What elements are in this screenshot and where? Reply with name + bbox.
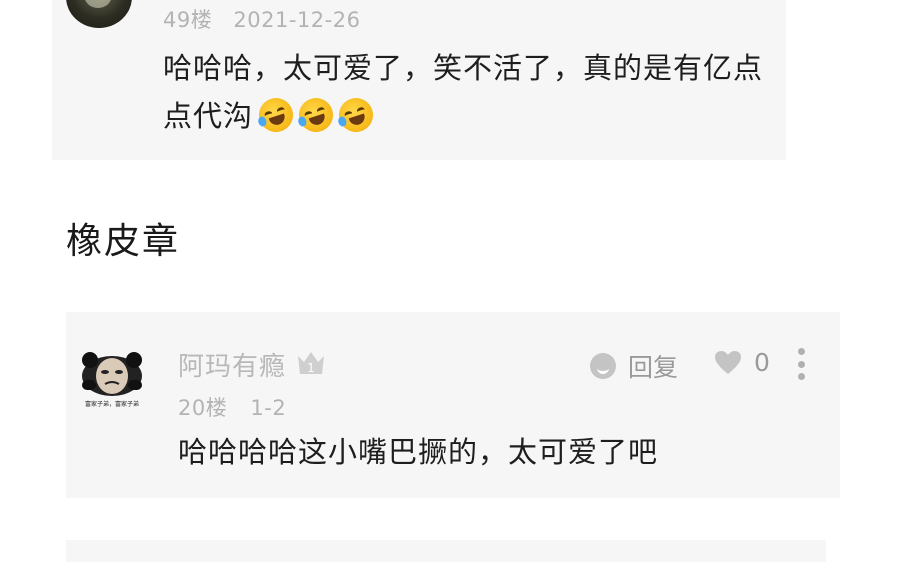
reply-label: 回复 — [628, 353, 679, 382]
floor-number: 49楼 — [163, 8, 213, 32]
rolling-on-floor-laughing-icon — [254, 93, 298, 137]
comment-card — [66, 540, 826, 562]
comment-meta: 20楼 1-2 — [178, 392, 286, 422]
floor-number: 20楼 — [178, 396, 228, 420]
comment-text-line: 点代沟 — [163, 92, 763, 140]
comment-text-line: 哈哈哈，太可爱了，笑不活了，真的是有亿点 — [163, 51, 764, 85]
panda-meme-avatar[interactable]: 富家子弟，富家子弟 — [78, 350, 146, 414]
comment-text-line-content: 点代沟 — [163, 99, 254, 133]
username[interactable]: 阿玛有瘾 — [178, 346, 286, 383]
reply-button[interactable]: 回复 — [590, 348, 678, 384]
comment-text: 哈哈哈哈这小嘴巴撅的，太可爱了吧 — [178, 435, 659, 469]
badge-number: 1 — [307, 361, 315, 375]
avatar-face — [84, 0, 112, 8]
crown-icon: 1 — [298, 352, 324, 375]
like-count: 0 — [754, 348, 770, 377]
comment-date: 2021-12-26 — [233, 8, 361, 32]
comment-date: 1-2 — [250, 396, 287, 420]
rolling-on-floor-laughing-icon — [334, 93, 378, 137]
more-options-icon[interactable] — [797, 348, 805, 380]
like-button[interactable]: 0 — [714, 348, 770, 377]
avatar-caption: 富家子弟，富家子弟 — [85, 400, 139, 408]
comment-bubble-icon — [590, 353, 616, 379]
comment-meta: 49楼 2021-12-26 — [163, 4, 360, 34]
rolling-on-floor-laughing-icon — [294, 93, 338, 137]
heart-icon — [715, 350, 741, 374]
comment-text: 哈哈哈，太可爱了，笑不活了，真的是有亿点 点代沟 — [163, 44, 763, 140]
section-title: 橡皮章 — [66, 221, 181, 262]
